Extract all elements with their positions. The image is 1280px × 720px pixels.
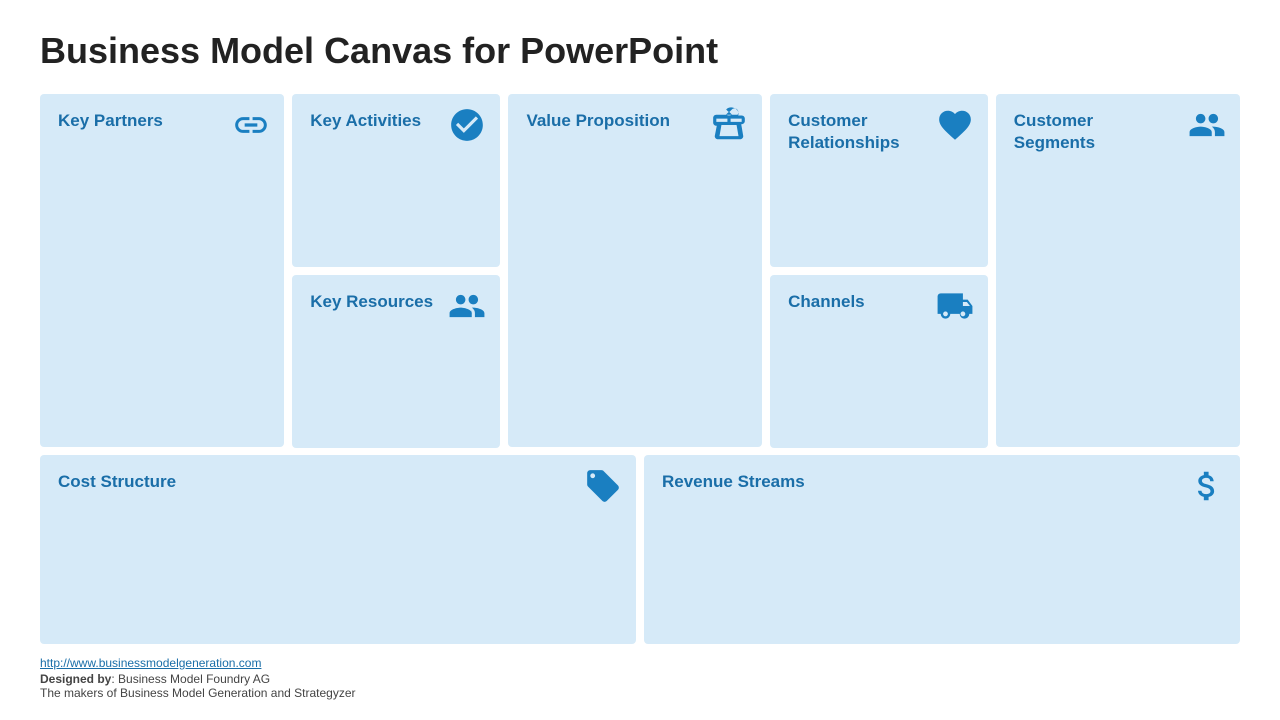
page: Business Model Canvas for PowerPoint Key… [0,0,1280,720]
cell-key-resources: Key Resources [292,275,500,448]
cell-key-partners: Key Partners [40,94,284,447]
revenue-streams-label: Revenue Streams [662,471,1082,493]
footer-designed: Designed by: Business Model Foundry AG [40,672,1240,686]
cost-structure-label: Cost Structure [58,471,478,493]
channels-label: Channels [788,291,924,313]
cell-value-proposition: Value Proposition [508,94,762,447]
page-title: Business Model Canvas for PowerPoint [40,30,1240,72]
key-resources-label: Key Resources [310,291,439,313]
footer-tagline: The makers of Business Model Generation … [40,686,1240,700]
value-proposition-label: Value Proposition [526,110,689,132]
checkmark-icon [448,106,486,144]
tag-icon [584,467,622,505]
activities-resources-group: Key Activities Key Resources [292,94,500,447]
customer-relationships-label: Customer Relationships [788,110,924,154]
footer-designed-by: Designed by [40,672,111,686]
cell-cost-structure: Cost Structure [40,455,636,644]
canvas-area: Key Partners Key Activities Key Resource… [40,94,1240,644]
heart-icon [936,106,974,144]
cell-channels: Channels [770,275,988,448]
money-bag-icon [1188,467,1226,505]
cell-key-activities: Key Activities [292,94,500,267]
footer: http://www.businessmodelgeneration.com D… [40,656,1240,700]
cell-customer-segments: Customer Segments [996,94,1240,447]
footer-url[interactable]: http://www.businessmodelgeneration.com [40,656,261,670]
truck-icon [936,287,974,325]
bottom-row: Cost Structure Revenue Streams [40,455,1240,644]
resources-icon [448,287,486,325]
relationships-channels-group: Customer Relationships Channels [770,94,988,447]
key-partners-label: Key Partners [58,110,214,132]
key-activities-label: Key Activities [310,110,439,132]
cell-customer-relationships: Customer Relationships [770,94,988,267]
top-row: Key Partners Key Activities Key Resource… [40,94,1240,447]
link-icon [232,106,270,144]
footer-company: : Business Model Foundry AG [111,672,270,686]
customer-segments-label: Customer Segments [1014,110,1170,154]
people-icon [1188,106,1226,144]
gift-icon [710,106,748,144]
cell-revenue-streams: Revenue Streams [644,455,1240,644]
